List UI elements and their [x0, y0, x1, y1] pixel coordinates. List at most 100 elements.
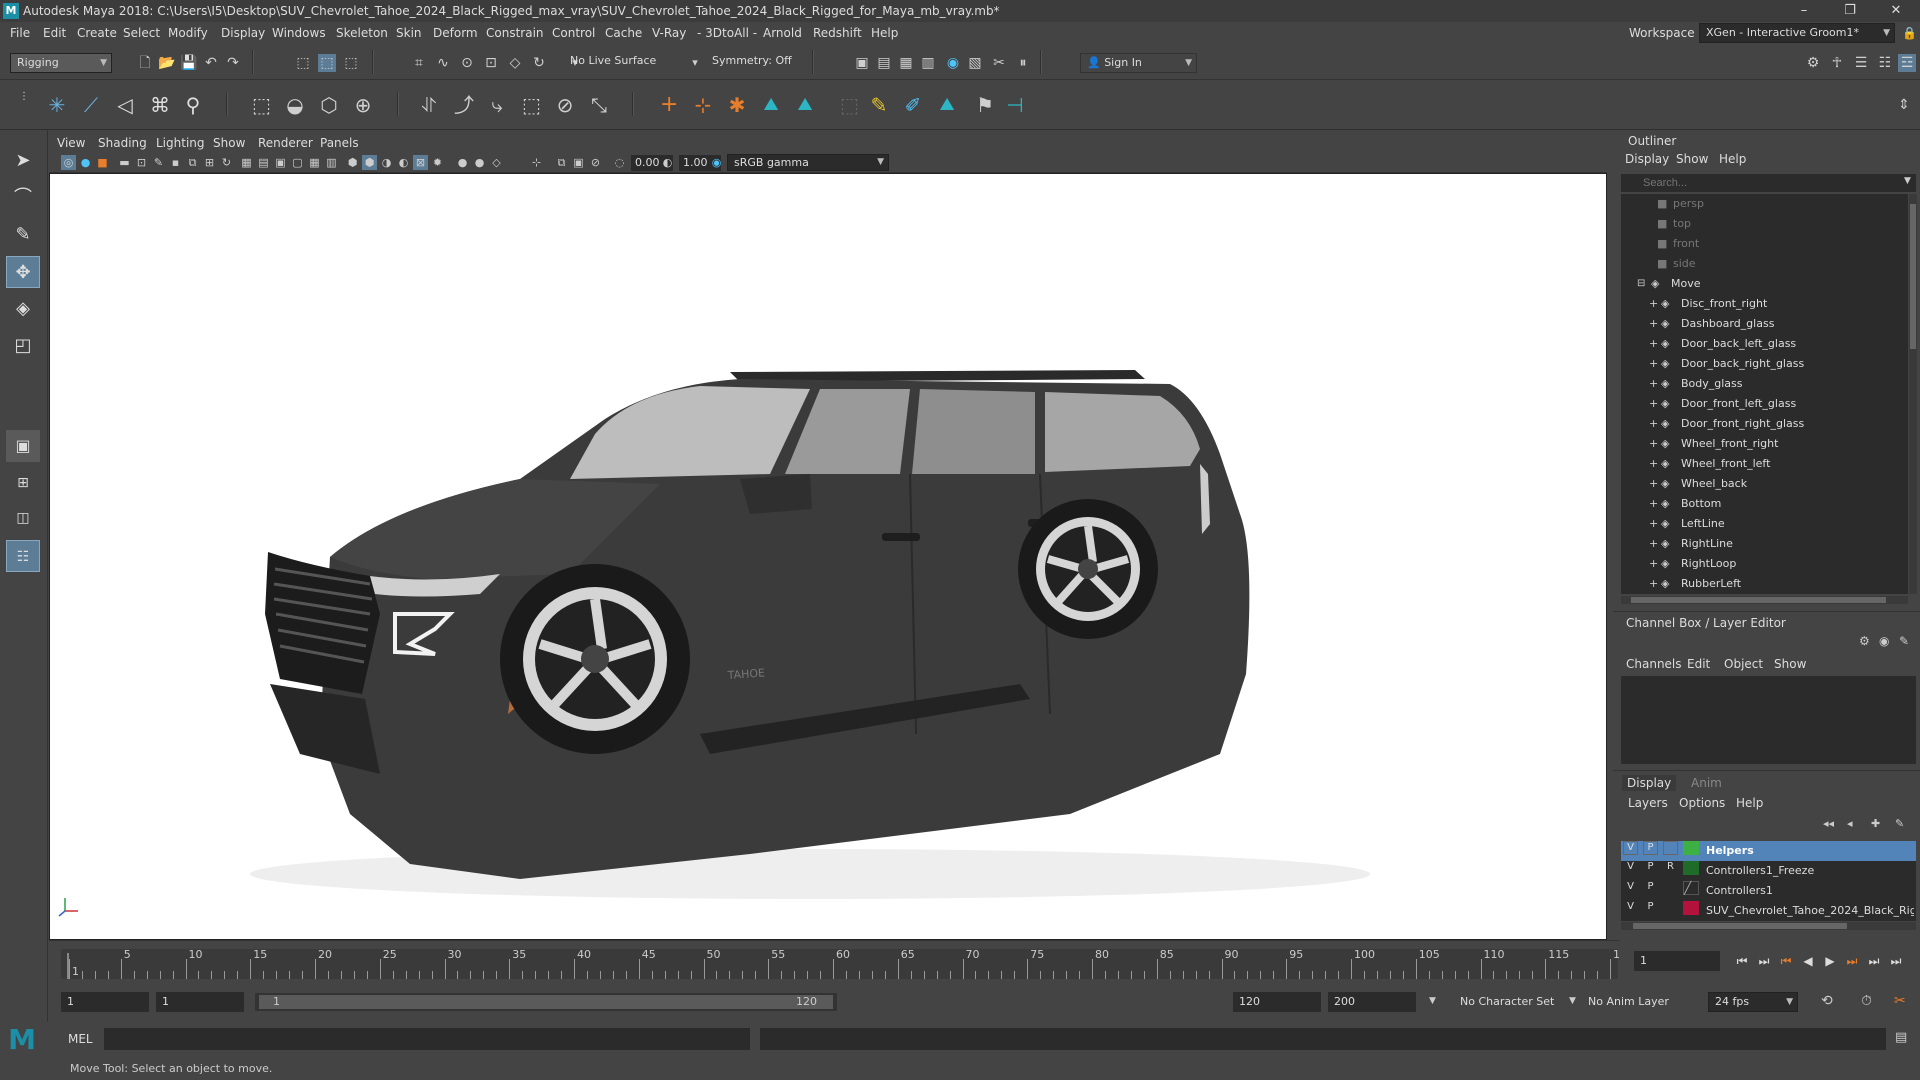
paint-weights-icon[interactable]: ⚲: [184, 95, 202, 115]
cluster-icon[interactable]: ⬚: [252, 95, 271, 115]
mirror-weights-icon[interactable]: ✐: [904, 95, 922, 115]
menu-arnold[interactable]: Arnold: [763, 22, 802, 44]
bind-skin-icon[interactable]: ⌘: [150, 95, 170, 115]
scale-tool-icon[interactable]: ◰: [6, 330, 40, 362]
menu-redshift[interactable]: Redshift: [813, 22, 862, 44]
anim-layer-label[interactable]: No Anim Layer: [1588, 995, 1669, 1008]
locator-icon[interactable]: +: [660, 94, 678, 116]
shape-editor-icon[interactable]: ⛰: [796, 96, 814, 114]
wireframe-icon[interactable]: ▢: [290, 155, 305, 170]
live-surface-label[interactable]: No Live Surface: [570, 54, 656, 67]
layer-playback-toggle[interactable]: P: [1643, 841, 1658, 855]
expand-icon[interactable]: +: [1649, 534, 1658, 554]
lock-icon[interactable]: 🔒: [1902, 22, 1917, 44]
save-scene-icon[interactable]: 💾: [180, 54, 198, 72]
hypershade-icon[interactable]: ◉: [944, 54, 962, 72]
view-transform-icon[interactable]: ◉: [709, 155, 724, 170]
workspace-dropdown[interactable]: XGen - Interactive Groom1* ▼: [1699, 23, 1895, 43]
vray-render-icon[interactable]: ✂: [990, 54, 1008, 72]
playback-end-field[interactable]: 120: [1233, 992, 1321, 1012]
outliner-child-row[interactable]: + ◈ Wheel_front_left: [1621, 454, 1908, 474]
skin-paint-icon[interactable]: ✎: [870, 95, 888, 115]
expand-icon[interactable]: +: [1649, 454, 1658, 474]
layer-playback-toggle[interactable]: P: [1643, 881, 1658, 895]
step-back-key-icon[interactable]: ⏭: [1755, 952, 1773, 970]
step-forward-frame-icon[interactable]: ⏭: [1843, 952, 1861, 970]
shelf-grip-icon[interactable]: ⋮: [15, 88, 33, 106]
render-settings-icon[interactable]: ▥: [919, 54, 937, 72]
menu-display[interactable]: Display: [221, 22, 265, 44]
blend-shape-icon[interactable]: ⛰: [762, 96, 780, 114]
gamma-dial-icon[interactable]: ◐: [660, 155, 675, 170]
two-view-layout-icon[interactable]: ◫: [6, 502, 40, 534]
chevron-down-icon[interactable]: ▼: [1904, 176, 1911, 186]
lasso-tool-icon[interactable]: ⌒: [6, 182, 40, 214]
menu-help[interactable]: Help: [871, 22, 898, 44]
color-mgmt-icon[interactable]: ⊘: [588, 155, 603, 170]
isolate-select-icon[interactable]: ✹: [430, 155, 445, 170]
animation-start-field[interactable]: 1: [61, 992, 149, 1012]
motion-blur-icon[interactable]: ●: [455, 155, 470, 170]
playback-start-field[interactable]: 1: [156, 992, 244, 1012]
panel-menu-shading[interactable]: Shading: [98, 133, 147, 153]
select-camera-icon[interactable]: ◎: [61, 155, 76, 170]
pole-vector-icon[interactable]: ⊘: [556, 95, 574, 115]
collapse-icon[interactable]: ⊟: [1637, 274, 1645, 294]
expand-icon[interactable]: +: [1649, 554, 1658, 574]
panel-menu-panels[interactable]: Panels: [320, 133, 359, 153]
outliner-search-input[interactable]: [1621, 174, 1916, 192]
channel-menu-show[interactable]: Show: [1774, 657, 1806, 671]
go-to-start-icon[interactable]: ⏮: [1733, 952, 1751, 970]
layer-name[interactable]: SUV_Chevrolet_Tahoe_2024_Black_Rigg: [1706, 901, 1914, 921]
expand-icon[interactable]: +: [1649, 434, 1658, 454]
deformer-icon[interactable]: ⛰: [938, 96, 956, 114]
outliner-item-move[interactable]: ⊟ ◈ Move: [1621, 274, 1908, 294]
key-pose-icon[interactable]: ⚑: [976, 95, 994, 115]
ambient-occlusion-icon[interactable]: ◐: [396, 155, 411, 170]
menu-skeleton[interactable]: Skeleton: [336, 22, 388, 44]
move-layer-down-icon[interactable]: ◂: [1847, 817, 1853, 830]
suv-model[interactable]: TAHOE: [50, 174, 1607, 940]
outliner-child-row[interactable]: + ◈ Door_front_right_glass: [1621, 414, 1908, 434]
panel-menu-lighting[interactable]: Lighting: [156, 133, 205, 153]
menu-constrain[interactable]: Constrain: [486, 22, 544, 44]
layer-row-helpers[interactable]: V P Helpers: [1621, 841, 1916, 861]
layer-menu-help[interactable]: Help: [1736, 796, 1763, 810]
layer-visibility-toggle[interactable]: V: [1623, 861, 1638, 875]
2d-pan-zoom-icon[interactable]: ⊡: [134, 155, 149, 170]
minimize-icon[interactable]: –: [1781, 0, 1827, 22]
menu-skin[interactable]: Skin: [396, 22, 422, 44]
parent-constraint-icon[interactable]: ⥯: [420, 95, 438, 115]
render-frame-icon[interactable]: ▣: [853, 54, 871, 72]
layer-reference-toggle[interactable]: R: [1663, 861, 1678, 875]
menu-vray[interactable]: V-Ray: [652, 22, 686, 44]
viewport-3d[interactable]: TAHOE: [49, 173, 1607, 940]
expand-icon[interactable]: +: [1649, 294, 1658, 314]
play-backward-icon[interactable]: ◀: [1799, 952, 1817, 970]
outliner-item-persp[interactable]: ■ persp: [1621, 194, 1908, 214]
menu-edit[interactable]: Edit: [43, 22, 66, 44]
shelf-scroll-icon[interactable]: ⇕: [1895, 96, 1913, 114]
animation-end-field[interactable]: 200: [1328, 992, 1416, 1012]
use-all-lights-icon[interactable]: ⬢: [362, 155, 377, 170]
new-layer-icon[interactable]: ✚: [1871, 817, 1880, 830]
menu-3dtoall[interactable]: - 3DtoAll -: [697, 22, 757, 44]
gate-mask-icon[interactable]: ↻: [219, 155, 234, 170]
expand-icon[interactable]: +: [1649, 374, 1658, 394]
color-space-dropdown[interactable]: sRGB gamma ▼: [727, 154, 889, 171]
menu-modify[interactable]: Modify: [168, 22, 208, 44]
channel-box-icon[interactable]: ⚙: [1859, 634, 1870, 648]
layer-hscrollbar[interactable]: [1621, 922, 1916, 930]
layer-row-controllers1[interactable]: V P ╱ Controllers1: [1621, 881, 1916, 901]
grease-pencil-icon[interactable]: ✎: [151, 155, 166, 170]
channel-box-area[interactable]: [1621, 676, 1916, 764]
chevron-down-icon[interactable]: ▾: [686, 54, 704, 72]
layer-visibility-toggle[interactable]: V: [1623, 841, 1638, 855]
four-view-layout-icon[interactable]: ⊞: [6, 467, 40, 499]
expand-icon[interactable]: +: [1649, 414, 1658, 434]
outliner-item-top[interactable]: ■ top: [1621, 214, 1908, 234]
current-frame-field[interactable]: 1: [1634, 951, 1720, 971]
field-chart-icon[interactable]: ▦: [239, 155, 254, 170]
expand-icon[interactable]: +: [1649, 314, 1658, 334]
grid-toggle-icon[interactable]: ▪: [168, 155, 183, 170]
